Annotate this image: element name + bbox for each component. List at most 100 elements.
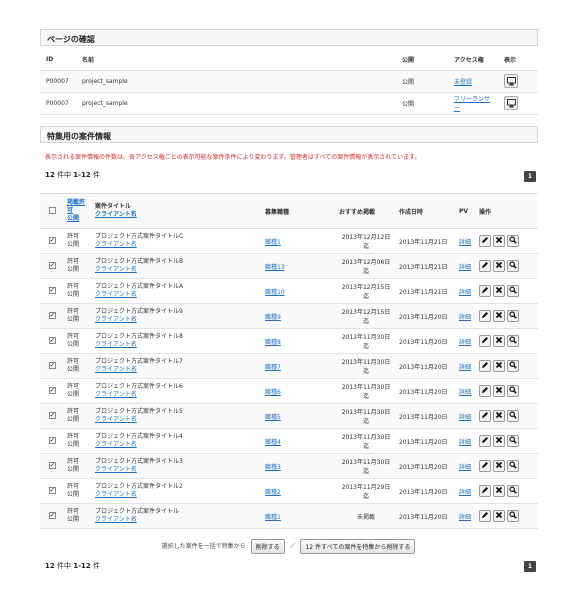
row-pv-link[interactable]: 詳細 xyxy=(459,414,471,421)
preview-button[interactable] xyxy=(507,385,519,397)
delete-button[interactable] xyxy=(493,285,505,297)
preview-button[interactable] xyxy=(507,435,519,447)
row-pv-link[interactable]: 詳細 xyxy=(459,264,471,271)
preview-button[interactable] xyxy=(507,460,519,472)
delete-selected-button[interactable]: 削除する xyxy=(250,539,285,554)
row-checkbox[interactable] xyxy=(48,286,56,294)
edit-button[interactable] xyxy=(479,235,491,247)
edit-button[interactable] xyxy=(479,435,491,447)
preview-button[interactable] xyxy=(507,235,519,247)
row-checkbox[interactable] xyxy=(48,486,56,494)
row-job-link[interactable]: 職種7 xyxy=(265,364,281,371)
row-client-link[interactable]: クライアント名 xyxy=(95,466,259,474)
delete-button[interactable] xyxy=(493,510,505,522)
preview-button[interactable] xyxy=(507,260,519,272)
row-job-link[interactable]: 職種4 xyxy=(265,439,281,446)
edit-button[interactable] xyxy=(479,385,491,397)
sort-permission-link[interactable]: 掲載許可 xyxy=(67,199,89,215)
row-recommend: 2013年11月30日迄 xyxy=(336,378,396,404)
row-pv-link[interactable]: 詳細 xyxy=(459,489,471,496)
row-checkbox[interactable] xyxy=(48,261,56,269)
row-client-link[interactable]: クライアント名 xyxy=(95,441,259,449)
sort-client-link[interactable]: クライアント名 xyxy=(95,211,259,219)
row-client-link[interactable]: クライアント名 xyxy=(95,491,259,499)
preview-button[interactable] xyxy=(507,285,519,297)
row-job-link[interactable]: 職種3 xyxy=(265,464,281,471)
sort-public-link[interactable]: 公開 xyxy=(67,215,89,223)
row-checkbox[interactable] xyxy=(48,386,56,394)
edit-button[interactable] xyxy=(479,335,491,347)
access-link[interactable]: 未登録 xyxy=(454,79,472,86)
row-job-link[interactable]: 職種10 xyxy=(265,289,285,296)
preview-button[interactable] xyxy=(507,360,519,372)
preview-button[interactable] xyxy=(507,310,519,322)
row-client-link[interactable]: クライアント名 xyxy=(95,291,259,299)
page-button-bottom[interactable]: 1 xyxy=(524,561,536,572)
row-client-link[interactable]: クライアント名 xyxy=(95,316,259,324)
edit-button[interactable] xyxy=(479,410,491,422)
row-client-link[interactable]: クライアント名 xyxy=(95,416,259,424)
row-job-link[interactable]: 職種8 xyxy=(265,339,281,346)
row-checkbox[interactable] xyxy=(48,236,56,244)
delete-button[interactable] xyxy=(493,260,505,272)
row-created: 2013年11月21日 xyxy=(396,278,456,304)
access-link[interactable]: フリーランサー xyxy=(454,96,490,112)
row-pv-link[interactable]: 詳細 xyxy=(459,389,471,396)
delete-button[interactable] xyxy=(493,410,505,422)
row-pv-link[interactable]: 詳細 xyxy=(459,439,471,446)
row-pv-link[interactable]: 詳細 xyxy=(459,239,471,246)
row-checkbox[interactable] xyxy=(48,336,56,344)
edit-button[interactable] xyxy=(479,360,491,372)
row-job-link[interactable]: 職種2 xyxy=(265,489,281,496)
view-page-button[interactable] xyxy=(504,96,518,110)
row-client-link[interactable]: クライアント名 xyxy=(95,391,259,399)
preview-button[interactable] xyxy=(507,410,519,422)
delete-button[interactable] xyxy=(493,385,505,397)
row-client-link[interactable]: クライアント名 xyxy=(95,266,259,274)
edit-button[interactable] xyxy=(479,310,491,322)
row-job-link[interactable]: 職種1 xyxy=(265,239,281,246)
row-created: 2013年11月20日 xyxy=(396,353,456,379)
count-suffix: 件 xyxy=(90,171,100,179)
edit-button[interactable] xyxy=(479,510,491,522)
row-job-link[interactable]: 職種5 xyxy=(265,414,281,421)
delete-button[interactable] xyxy=(493,435,505,447)
row-pv-link[interactable]: 詳細 xyxy=(459,339,471,346)
delete-button[interactable] xyxy=(493,335,505,347)
row-pv-link[interactable]: 詳細 xyxy=(459,314,471,321)
edit-button[interactable] xyxy=(479,260,491,272)
row-pv-link[interactable]: 詳細 xyxy=(459,514,471,521)
row-client-link[interactable]: クライアント名 xyxy=(95,366,259,374)
preview-button[interactable] xyxy=(507,335,519,347)
row-checkbox[interactable] xyxy=(48,511,56,519)
delete-button[interactable] xyxy=(493,310,505,322)
row-client-link[interactable]: クライアント名 xyxy=(95,241,259,249)
row-pv-link[interactable]: 詳細 xyxy=(459,464,471,471)
row-job-link[interactable]: 職種6 xyxy=(265,389,281,396)
page-button[interactable]: 1 xyxy=(524,171,536,182)
row-checkbox[interactable] xyxy=(48,411,56,419)
delete-button[interactable] xyxy=(493,235,505,247)
row-pv-link[interactable]: 詳細 xyxy=(459,289,471,296)
select-all-checkbox[interactable] xyxy=(48,206,56,214)
delete-all-button[interactable]: 12 件すべての案件を特集から削除する xyxy=(300,539,416,554)
delete-button[interactable] xyxy=(493,485,505,497)
row-job-link[interactable]: 職種1 xyxy=(265,514,281,521)
preview-button[interactable] xyxy=(507,510,519,522)
delete-button[interactable] xyxy=(493,360,505,372)
delete-button[interactable] xyxy=(493,460,505,472)
row-checkbox[interactable] xyxy=(48,361,56,369)
row-checkbox[interactable] xyxy=(48,436,56,444)
row-client-link[interactable]: クライアント名 xyxy=(95,516,259,524)
edit-button[interactable] xyxy=(479,460,491,472)
row-job-link[interactable]: 職種13 xyxy=(265,264,285,271)
preview-button[interactable] xyxy=(507,485,519,497)
row-checkbox[interactable] xyxy=(48,461,56,469)
edit-button[interactable] xyxy=(479,285,491,297)
row-pv-link[interactable]: 詳細 xyxy=(459,364,471,371)
row-job-link[interactable]: 職種9 xyxy=(265,314,281,321)
row-client-link[interactable]: クライアント名 xyxy=(95,341,259,349)
view-page-button[interactable] xyxy=(504,74,518,88)
row-checkbox[interactable] xyxy=(48,311,56,319)
edit-button[interactable] xyxy=(479,485,491,497)
